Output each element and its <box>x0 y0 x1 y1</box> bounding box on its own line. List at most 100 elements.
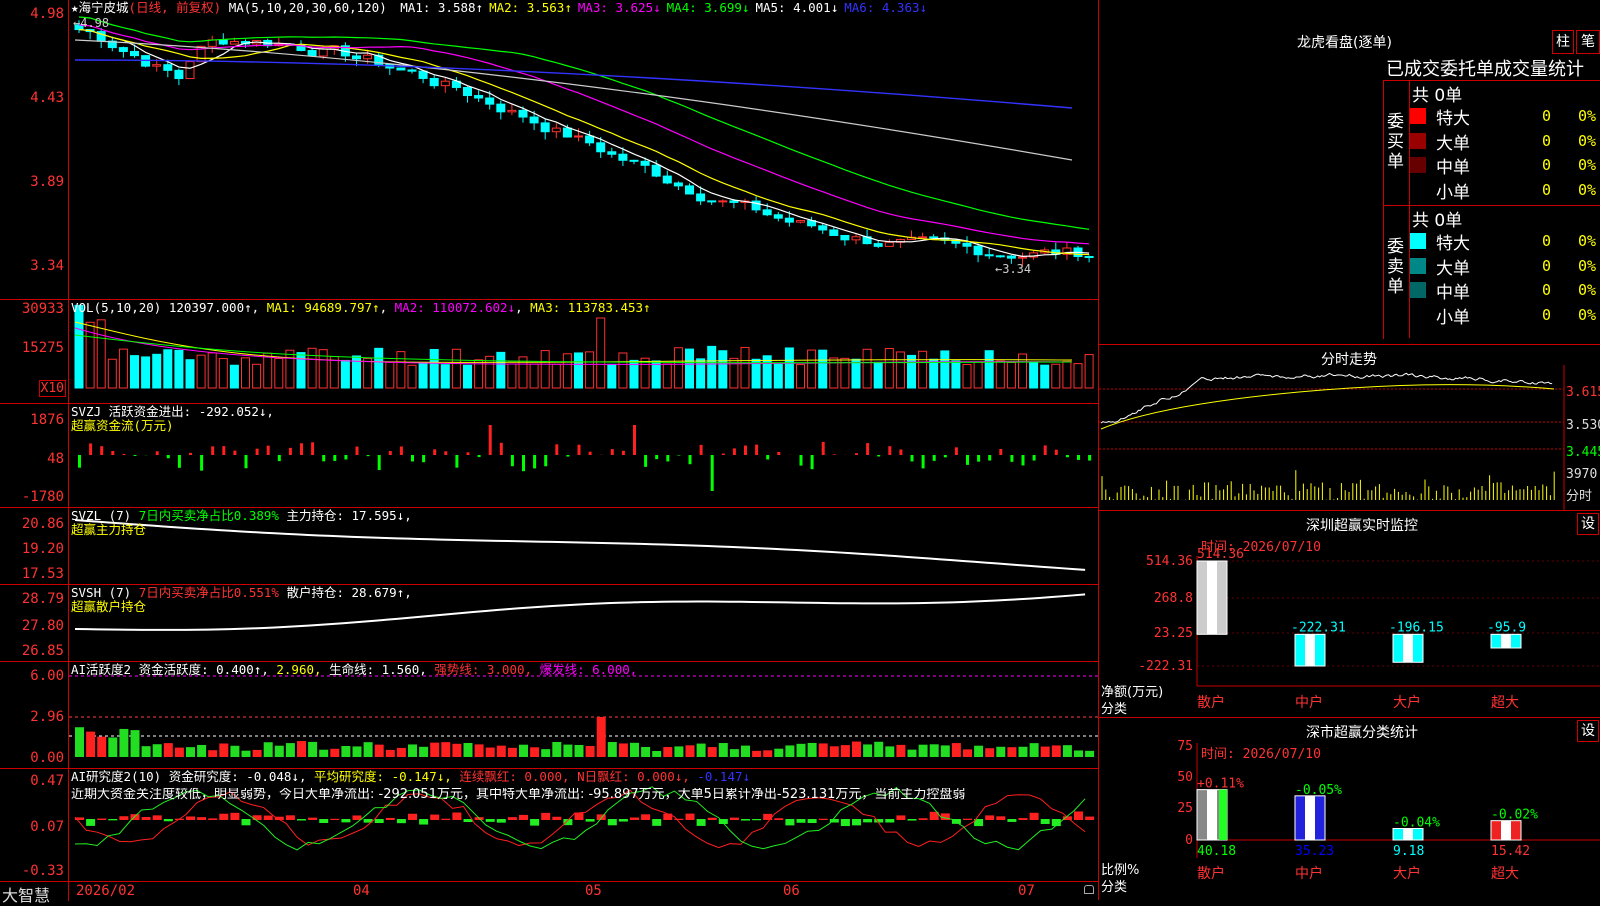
volume-bar <box>608 364 616 388</box>
activity-bar <box>1085 751 1094 757</box>
flow-bar <box>888 446 891 455</box>
research-bar <box>408 814 417 820</box>
x-tick-1: 2026/02 <box>76 883 135 899</box>
svsh-panel[interactable]: 28.79 27.80 26.85 SVSH (7) 7日内买卖净占比0.551… <box>0 585 1098 662</box>
svzj-header: SVZJ 活跃资金进出: -292.052↓, 超赢资金流(万元) <box>71 405 274 433</box>
longhu-tabs[interactable]: 已成交委托单成交量统计 <box>1386 55 1600 81</box>
sz-monitor-panel[interactable]: 深圳超赢实时监控 设 时间: 2026/07/10 514.36268.823.… <box>1099 511 1600 718</box>
zhu-button[interactable]: 柱 <box>1552 30 1574 54</box>
x-tick-4: 06 <box>783 883 800 899</box>
research-bar <box>430 815 439 820</box>
activity-bar <box>397 748 406 757</box>
kline-candle <box>885 242 893 246</box>
volume-bar <box>985 351 993 388</box>
bi-button[interactable]: 笔 <box>1576 30 1600 54</box>
svzl-panel[interactable]: 20.86 19.20 17.53 SVZL (7) 7日内买卖净占比0.389… <box>0 508 1098 585</box>
kline-chart[interactable] <box>0 0 1098 299</box>
fenshi-tick-3: 3.445 <box>1566 445 1600 460</box>
buy-row-name-1: 特大 <box>1436 104 1470 129</box>
buy-swatch-4 <box>1410 182 1426 198</box>
flow-bar <box>899 449 902 455</box>
ai-research-panel[interactable]: 0.47 0.07 -0.33 AI研究度2(10) 资金研究度: -0.048… <box>0 769 1098 881</box>
szc-y-tick: 25 <box>1177 801 1193 816</box>
kline-candle <box>475 96 483 98</box>
longhu-title: 龙虎看盘(逐单) <box>1297 32 1392 52</box>
research-bar <box>963 819 972 820</box>
activity-bar <box>131 730 140 757</box>
activity-bar <box>1019 747 1028 757</box>
kline-candle <box>1019 257 1027 258</box>
svzl-ratio: 7日内买卖净占比0.389% <box>139 508 279 523</box>
kline-mode[interactable]: (日线, 前复权) <box>129 0 222 15</box>
research-bar <box>586 819 595 822</box>
kline-candle <box>131 51 139 55</box>
activity-bar <box>86 732 95 757</box>
activity-bar <box>808 743 817 757</box>
research-bar <box>186 816 195 820</box>
ai-activity-panel[interactable]: 6.00 2.96 0.00 AI活跃度2 资金活跃度: 0.400↑, 2.9… <box>0 662 1098 769</box>
flow-bar <box>777 452 780 455</box>
flow-bar <box>344 455 347 459</box>
buy-row-pct-1: 0% <box>1578 107 1596 125</box>
volume-chart[interactable] <box>0 300 1098 403</box>
fenshi-chart[interactable] <box>1099 345 1600 510</box>
research-bar <box>341 819 350 822</box>
volume-bar <box>386 362 394 388</box>
stock-name: 海宁皮城 <box>79 0 129 15</box>
flow-bar <box>511 455 514 466</box>
flow-bar <box>1044 445 1047 455</box>
activity-bar <box>719 743 728 757</box>
flow-bar <box>733 448 736 455</box>
research-bar <box>264 816 273 820</box>
sz-monitor-xlabel: 分类 <box>1101 698 1127 717</box>
ai2-nred: N日飘红: 0.000↓, <box>577 769 690 784</box>
volume-panel[interactable]: 30933 15275 X10 VOL(5,10,20) 120397.000↑… <box>0 300 1098 404</box>
research-bar <box>486 819 495 822</box>
activity-bar <box>941 745 950 757</box>
ai-research-chart[interactable] <box>0 769 1098 881</box>
research-bar <box>1030 813 1039 820</box>
sz-class-panel[interactable]: 深市超赢分类统计 设 时间: 2026/07/10 7550250+0.11%4… <box>1099 718 1600 900</box>
svzj-panel[interactable]: 1876 48 -1780 SVZJ 活跃资金进出: -292.052↓, 超赢… <box>0 404 1098 508</box>
sell-swatch-3 <box>1410 282 1426 298</box>
fenshi-panel[interactable]: 分时走势 3.615 3.530 3.445 3970 分时 <box>1099 345 1600 511</box>
kline-candle <box>219 40 227 44</box>
flow-bar <box>189 453 192 455</box>
research-bar <box>597 814 606 820</box>
kline-candle <box>819 226 827 230</box>
lock-icon[interactable] <box>1084 885 1094 894</box>
volume-header: VOL(5,10,20) 120397.000↑, MA1: 94689.797… <box>71 301 651 315</box>
star-icon[interactable]: ★ <box>71 0 79 15</box>
activity-bar <box>819 743 828 757</box>
buy-row-pct-3: 0% <box>1578 156 1596 174</box>
activity-bar <box>230 746 239 757</box>
activity-bar <box>319 750 328 757</box>
volume-bar <box>741 347 749 388</box>
szm-cat-2: 中户 <box>1295 694 1323 711</box>
ai-activity-chart[interactable] <box>0 662 1098 768</box>
volume-bar <box>541 351 549 388</box>
activity-bar <box>341 746 350 757</box>
szc-bar-value-2: 35.23 <box>1295 844 1334 859</box>
kline-candle <box>763 210 771 215</box>
flow-bar <box>677 455 680 456</box>
ma-values: MA1: 3.588↑MA2: 3.563↑MA3: 3.625↓MA4: 3.… <box>394 0 927 15</box>
research-bar <box>1085 817 1094 820</box>
activity-bar <box>741 746 750 757</box>
kline-panel[interactable]: 4.98 4.43 3.89 3.34 ★海宁皮城(日线, 前复权) MA(5,… <box>0 0 1098 300</box>
research-bar <box>308 818 317 820</box>
vol-ma2: MA2: 110072.602↓ <box>395 300 515 315</box>
activity-bar <box>763 750 772 757</box>
svsh-header: SVSH (7) 7日内买卖净占比0.551% 散户持仓: 28.679↑, 超… <box>71 586 412 614</box>
flow-bar <box>722 454 725 455</box>
activity-bar <box>353 746 362 757</box>
research-bar <box>619 819 628 822</box>
kline-candle <box>686 186 694 194</box>
svsh-label: SVSH (7) <box>71 585 131 600</box>
research-bar <box>286 815 295 820</box>
szc-bar-shine <box>1501 821 1511 840</box>
ma-value-1: MA1: 3.588↑ <box>400 0 483 15</box>
activity-bar <box>475 744 484 757</box>
flow-bar <box>467 452 470 455</box>
volume-bar <box>1041 365 1049 388</box>
